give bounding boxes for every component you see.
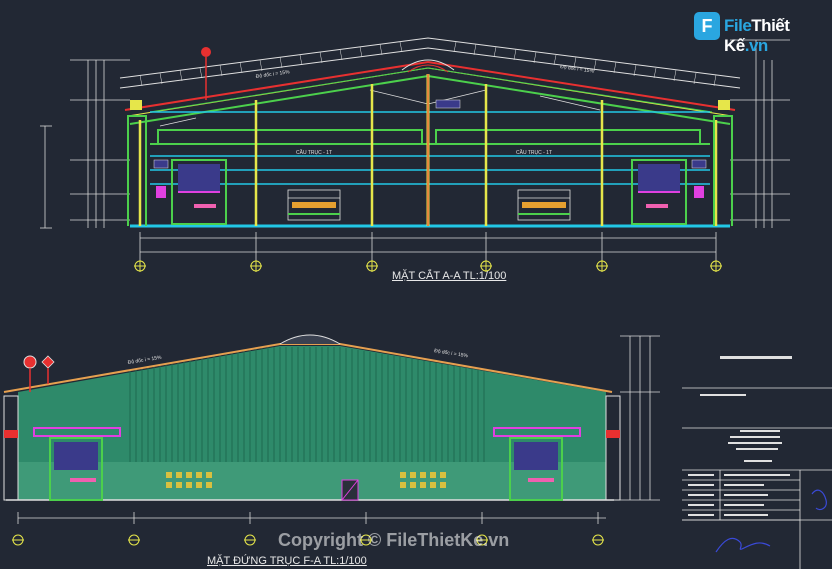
logo-f-icon: F — [694, 12, 720, 40]
crane-label-left: CẦU TRỤC - 1T — [296, 149, 332, 156]
section-door-right — [631, 159, 687, 225]
elevation-title: MẶT ĐỨNG TRỤC F-A TL:1/100 — [207, 555, 367, 567]
elevation-marker-icon — [201, 47, 211, 100]
section-window-left — [287, 189, 341, 221]
slope-label-right: Độ dốc i = 15% — [560, 64, 595, 75]
section-window-right — [517, 189, 571, 221]
section-door-left — [171, 159, 227, 225]
elev-slope-label-right: Độ dốc i = 15% — [434, 348, 469, 359]
slope-label-left: Độ dốc i = 15% — [255, 69, 290, 80]
section-a-a: CẦU TRỤC - 1T CẦU TRỤC - 1T Độ dốc i = 1… — [40, 37, 790, 272]
elevation-f-a: Độ dốc i = 15% Độ dốc i = 15% — [3, 334, 660, 546]
watermark: Copyright © FileThietKe.vn — [278, 530, 510, 550]
logo-text: FileThiết Kế.vn — [724, 16, 790, 55]
crane-label-right: CẦU TRỤC - 1T — [516, 149, 552, 156]
signature-icon — [715, 489, 827, 553]
cad-drawing: CẦU TRỤC - 1T CẦU TRỤC - 1T Độ dốc i = 1… — [3, 37, 832, 569]
elev-slope-label-left: Độ dốc i = 15% — [127, 355, 162, 366]
section-title: MẶT CẮT A-A TL:1/100 — [392, 270, 507, 282]
title-block — [682, 387, 832, 569]
site-logo: F FileThiết Kế.vn — [694, 12, 814, 55]
